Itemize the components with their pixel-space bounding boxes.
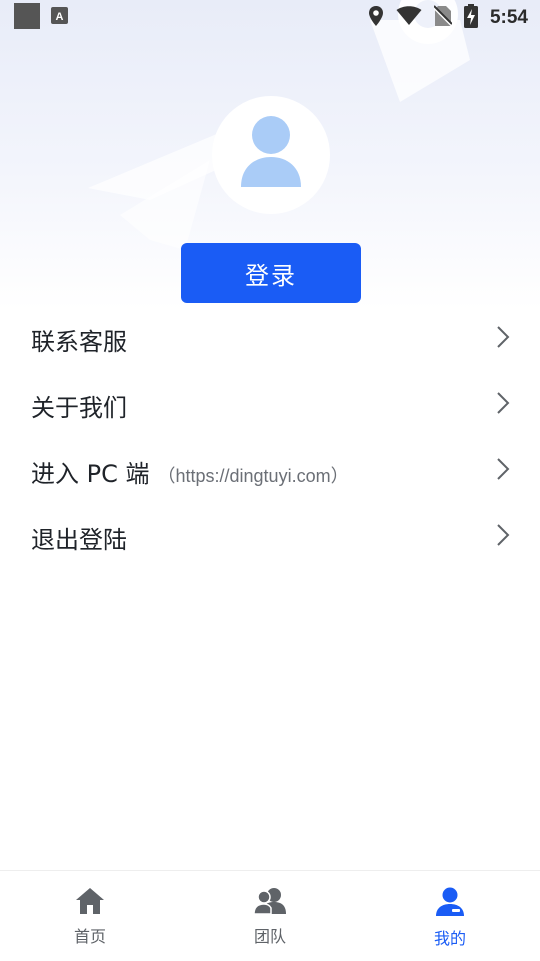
battery-charging-icon — [463, 4, 478, 32]
login-button[interactable]: 登录 — [181, 243, 361, 303]
menu-item-enter-pc[interactable]: 进入 PC 端 （https://dingtuyi.com） — [0, 438, 540, 504]
notification-square-icon — [14, 3, 40, 33]
menu-item-contact-support[interactable]: 联系客服 — [0, 306, 540, 372]
profile-icon — [435, 887, 465, 921]
tab-profile[interactable]: 我的 — [360, 871, 540, 961]
location-icon — [368, 5, 384, 31]
menu-item-label: 联系客服 — [31, 327, 127, 356]
menu-item-label: 关于我们 — [31, 393, 127, 422]
tab-home[interactable]: 首页 — [0, 871, 180, 961]
tab-label: 首页 — [73, 927, 106, 946]
home-icon — [75, 887, 105, 919]
menu-item-about-us[interactable]: 关于我们 — [0, 372, 540, 438]
tab-team[interactable]: 团队 — [180, 871, 360, 961]
tab-label: 我的 — [433, 929, 466, 948]
bottom-tab-bar: 首页 团队 我的 — [0, 870, 540, 961]
svg-text:A: A — [56, 11, 64, 23]
chevron-right-icon — [496, 457, 510, 485]
menu-item-url: （https://dingtuyi.com） — [157, 465, 349, 486]
no-sim-icon — [433, 5, 453, 31]
keyboard-a-icon: A — [50, 6, 70, 30]
avatar[interactable] — [212, 96, 330, 214]
chevron-right-icon — [496, 523, 510, 551]
chevron-right-icon — [496, 391, 510, 419]
tab-label: 团队 — [253, 927, 286, 946]
menu-item-label: 进入 PC 端 — [31, 459, 150, 488]
user-avatar-icon — [239, 115, 303, 195]
chevron-right-icon — [496, 325, 510, 353]
team-icon — [253, 887, 286, 919]
wifi-icon — [396, 6, 422, 30]
status-time: 5:54 — [489, 7, 528, 28]
menu-item-logout[interactable]: 退出登陆 — [0, 504, 540, 570]
profile-header: A 5:54 登录 — [0, 0, 540, 310]
settings-menu: 联系客服 关于我们 进入 PC 端 （https://dingtuyi.com）… — [0, 306, 540, 570]
status-bar: A 5:54 — [0, 0, 540, 36]
menu-item-label: 退出登陆 — [31, 525, 127, 554]
